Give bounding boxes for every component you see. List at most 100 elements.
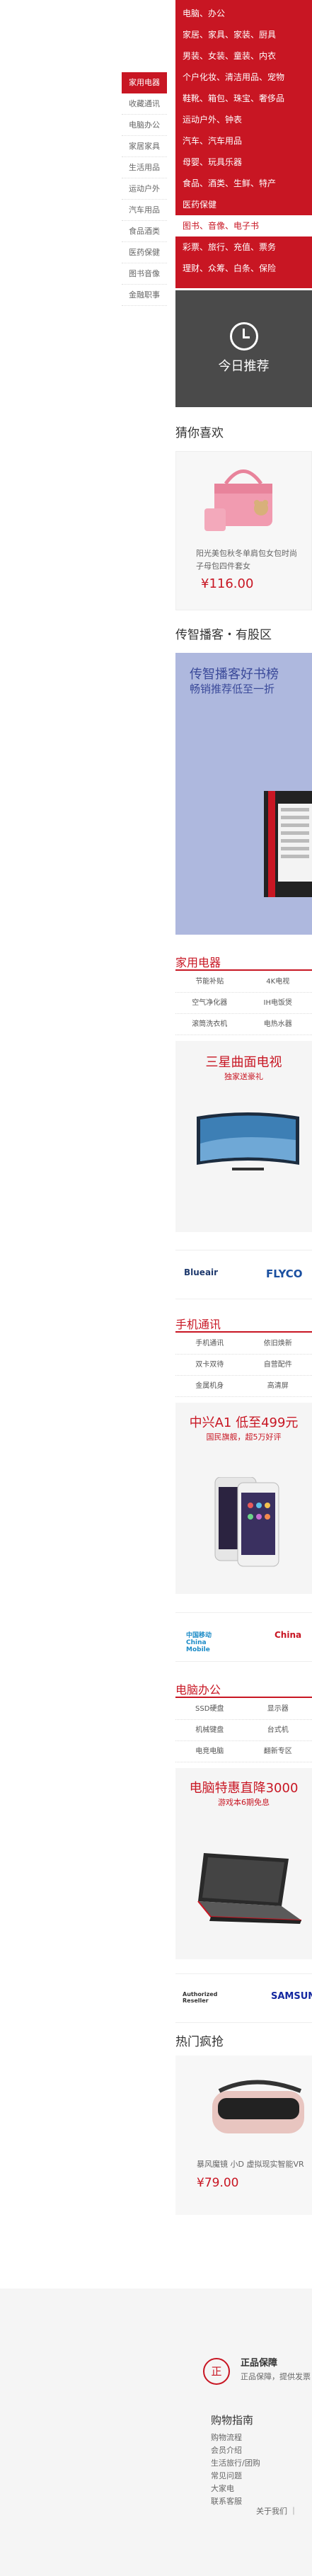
tag-link[interactable]: SSD硬盘 [175,1699,244,1719]
promo-title: 电脑特惠直降3000 [189,1781,299,1796]
tag-link[interactable]: 手机通讯 [175,1333,244,1354]
promo-title: 三星曲面电视 [205,1055,282,1070]
promo-subtitle: 游戏本6期免息 [218,1798,270,1807]
brand-logo[interactable]: 中国移动 China Mobile [186,1630,232,1653]
promo-subtitle: 独家送豪礼 [224,1072,263,1081]
category-item[interactable]: 图书、音像、电子书 [175,215,312,236]
guess-like-product[interactable]: 阳光美包秋冬单肩包女包时尚子母包四件套女 ¥116.00 [175,451,312,610]
tag-link[interactable]: 机械键盘 [175,1720,244,1740]
category-item[interactable]: 母婴、玩具乐器 [175,152,312,173]
category-item[interactable]: 汽车、汽车用品 [175,130,312,152]
floor-divider [175,1697,312,1698]
banner-subline: 畅销推荐低至一折 [190,683,275,695]
tag-link[interactable]: IH电饭煲 [244,993,312,1013]
category-item[interactable]: 个户化妆、清洁用品、宠物 [175,67,312,88]
promo-subtitle: 国民旗舰，超5万好评 [206,1432,282,1442]
tag-link[interactable]: 电热水器 [244,1014,312,1035]
product-description: 暴风魔镜 小D 虚拟现实智能VR [197,2160,304,2169]
category-item[interactable]: 男装、女装、童装、内衣 [175,45,312,67]
floor-appliance-tags: 节能补贴 4K电视 空气净化器 IH电饭煲 滚筒洗衣机 电热水器 [175,971,312,1035]
category-item[interactable]: 食品、酒类、生鲜、特产 [175,173,312,194]
promo-title: 中兴A1 低至499元 [189,1415,299,1430]
floor-computer-title: 电脑办公 [175,1683,221,1697]
floor-nav-item[interactable]: 金融职事 [122,285,167,306]
floor-computer-promo[interactable]: 电脑特惠直降3000 游戏本6期免息 [175,1768,312,1959]
tv-image [197,1112,299,1170]
tag-link[interactable]: 翻新专区 [244,1741,312,1762]
tag-link[interactable]: 金属机身 [175,1376,244,1396]
product-description: 阳光美包秋冬单肩包女包时尚子母包四件套女 [196,549,297,571]
brand-logo[interactable]: FLYCO [266,1267,303,1280]
broadcast-title: 传智播客・有股区 [175,628,272,642]
category-item[interactable]: 鞋靴、箱包、珠宝、奢侈品 [175,88,312,109]
floor-divider [175,969,312,971]
product-price: ¥116.00 [201,576,254,591]
floor-nav-item[interactable]: 图书音像 [122,263,167,285]
floor-nav-item[interactable]: 医药保健 [122,242,167,263]
about-link[interactable]: 关于我们 ｜ [256,2505,298,2517]
book-image [264,791,312,897]
tag-link[interactable]: 4K电视 [244,971,312,992]
floor-phone-promo[interactable]: 中兴A1 低至499元 国民旗舰，超5万好评 [175,1403,312,1594]
broadcast-banner[interactable]: 传智播客好书榜 畅销推荐低至一折 [175,653,312,935]
category-item[interactable]: 运动户外、钟表 [175,109,312,130]
brand-logo[interactable]: Authorized Reseller [183,1991,232,2004]
guarantee-title: 正品保障 [241,2358,278,2369]
floor-nav: 家用电器 收藏通讯 电脑办公 家居家具 生活用品 运动户外 汽车用品 食品酒类 … [122,72,167,306]
guarantee-icon: 正 [203,2358,230,2385]
footer-link[interactable]: 生活旅行/团购 [211,2457,260,2470]
category-item[interactable]: 彩票、旅行、充值、票务 [175,236,312,258]
footer-link[interactable]: 大家电 [211,2483,260,2495]
floor-computer-tags: SSD硬盘 显示器 机械键盘 台式机 电竞电脑 翻新专区 [175,1699,312,1762]
brand-strip: Authorized Reseller SAMSUNG [175,1973,312,2023]
banner-headline: 传智播客好书榜 [190,667,279,682]
footer-link[interactable]: 联系客服 [211,2495,260,2508]
brand-logo[interactable]: China [275,1630,301,1640]
brand-logo[interactable]: Blueair [184,1267,218,1277]
laptop-image [197,1853,302,1924]
tag-link[interactable]: 空气净化器 [175,993,244,1013]
tag-link[interactable]: 双卡双待 [175,1355,244,1375]
floor-appliance-promo[interactable]: 三星曲面电视 独家送豪礼 [175,1041,312,1232]
guess-like-title: 猜你喜欢 [175,426,224,440]
brand-logo[interactable]: SAMSUNG [271,1991,312,2002]
brand-strip: 中国移动 China Mobile China [175,1612,312,1662]
category-item[interactable]: 理财、众筹、白条、保险 [175,258,312,279]
tag-link[interactable]: 滚筒洗衣机 [175,1014,244,1035]
floor-appliance-title: 家用电器 [175,956,221,969]
hot-title: 热门疯抢 [175,2035,224,2049]
tag-link[interactable]: 节能补贴 [175,971,244,992]
tag-link[interactable]: 台式机 [244,1720,312,1740]
shopping-guide-title: 购物指南 [211,2414,254,2427]
footer-link[interactable]: 常见问题 [211,2470,260,2483]
footer-link[interactable]: 购物流程 [211,2432,260,2444]
floor-nav-item[interactable]: 家用电器 [122,72,167,93]
tag-link[interactable]: 显示器 [244,1699,312,1719]
floor-phone-title: 手机通讯 [175,1318,221,1331]
clock-icon [229,322,258,351]
floor-nav-item[interactable]: 生活用品 [122,157,167,178]
hot-product[interactable]: 暴风魔镜 小D 虚拟现实智能VR ¥79.00 [175,2056,312,2215]
phone-image [214,1477,279,1567]
category-menu: 电脑、办公 家居、家具、家装、厨具 男装、女装、童装、内衣 个户化妆、清洁用品、… [175,0,312,288]
floor-nav-item[interactable]: 运动户外 [122,178,167,200]
floor-nav-item[interactable]: 电脑办公 [122,115,167,136]
floor-phone-tags: 手机通讯 依旧焕新 双卡双待 自营配件 金属机身 高清屏 [175,1333,312,1397]
category-item[interactable]: 家居、家具、家装、厨具 [175,24,312,45]
guarantee-subtitle: 正品保障，提供发票 [241,2372,311,2381]
product-price: ¥79.00 [197,2176,239,2190]
tag-link[interactable]: 电竞电脑 [175,1741,244,1762]
floor-nav-item[interactable]: 食品酒类 [122,221,167,242]
handbag-image [204,469,272,531]
today-recommend-tile[interactable]: 今日推荐 [175,290,312,407]
tag-link[interactable]: 依旧焕新 [244,1333,312,1354]
floor-nav-item[interactable]: 收藏通讯 [122,93,167,115]
floor-nav-item[interactable]: 汽车用品 [122,200,167,221]
footer-link[interactable]: 会员介绍 [211,2444,260,2457]
vr-headset-image [212,2080,304,2133]
tag-link[interactable]: 高清屏 [244,1376,312,1396]
category-item[interactable]: 医药保健 [175,194,312,215]
floor-nav-item[interactable]: 家居家具 [122,136,167,157]
tag-link[interactable]: 自营配件 [244,1355,312,1375]
category-item[interactable]: 电脑、办公 [175,3,312,24]
